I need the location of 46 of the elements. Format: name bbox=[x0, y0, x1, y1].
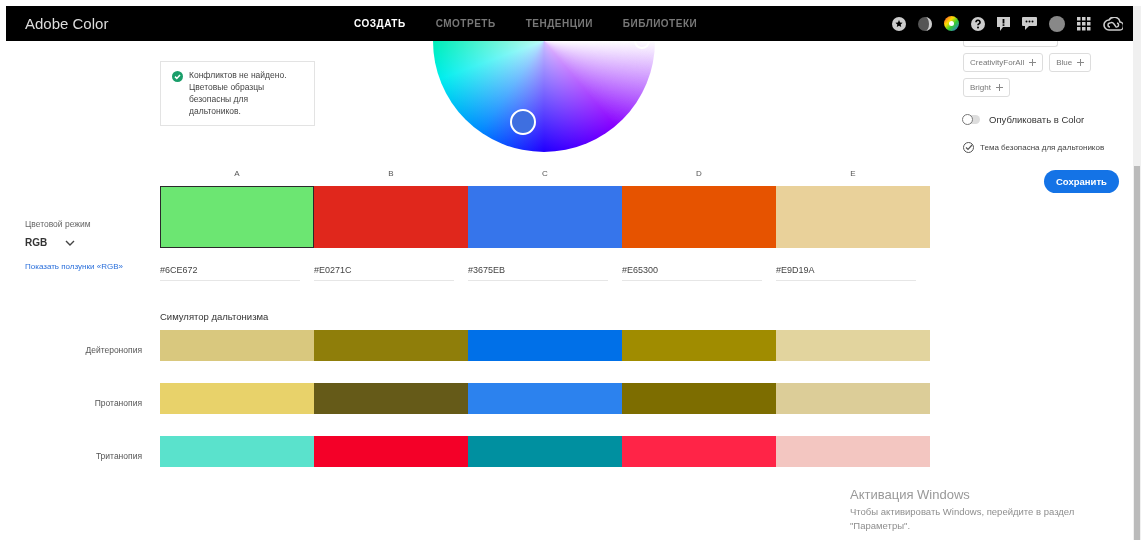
tag[interactable]: CreativityForAll bbox=[963, 53, 1044, 72]
feedback-icon[interactable] bbox=[997, 16, 1010, 31]
nav-tab[interactable]: БИБЛИОТЕКИ bbox=[614, 14, 706, 33]
swatch-letter: E bbox=[849, 168, 857, 178]
help-icon[interactable] bbox=[971, 16, 985, 31]
creative-cloud-icon[interactable] bbox=[1103, 16, 1123, 31]
simulation-label: Протанопия bbox=[94, 398, 142, 408]
chat-icon[interactable] bbox=[1022, 17, 1037, 30]
color-mode-dropdown[interactable]: RGB bbox=[25, 237, 76, 248]
swatch-letter: D bbox=[695, 168, 703, 178]
avatar-icon[interactable] bbox=[1049, 15, 1065, 32]
color-wheel-icon[interactable] bbox=[944, 16, 959, 31]
tag[interactable]: Blue bbox=[1049, 53, 1092, 72]
check-circle-icon bbox=[172, 71, 183, 82]
plus-icon bbox=[995, 84, 1003, 91]
color-swatch[interactable] bbox=[160, 186, 314, 248]
nav-tab[interactable]: СОЗДАТЬ bbox=[346, 14, 414, 33]
scrollbar[interactable] bbox=[1133, 6, 1141, 540]
app-logo[interactable]: Adobe Color bbox=[25, 15, 346, 32]
tag[interactable]: Bright bbox=[963, 78, 1010, 97]
colorblind-safe-label: Тема безопасна для дальтоников bbox=[980, 143, 1105, 152]
color-swatch[interactable] bbox=[776, 186, 930, 248]
swatch-letter: B bbox=[387, 168, 395, 178]
color-swatch[interactable] bbox=[622, 186, 776, 248]
color-swatch[interactable] bbox=[468, 186, 622, 248]
nav-tab[interactable]: ТЕНДЕНЦИИ bbox=[517, 14, 601, 33]
half-moon-icon[interactable] bbox=[918, 16, 932, 31]
save-button[interactable]: Сохранить bbox=[1044, 170, 1119, 193]
simulation-label: Дейтеронопия bbox=[85, 345, 142, 355]
chevron-down-icon bbox=[65, 239, 76, 246]
show-sliders-link[interactable]: Показать ползунки «RGB» bbox=[25, 262, 123, 271]
simulation-label: Тританопия bbox=[95, 451, 142, 461]
swatch-letter: A bbox=[233, 168, 241, 178]
publish-toggle[interactable] bbox=[963, 115, 980, 124]
color-swatch[interactable] bbox=[314, 186, 468, 248]
activation-title: Активация Windows bbox=[850, 487, 971, 502]
simulator-title: Симулятор дальтонизма bbox=[160, 311, 270, 322]
nav-tab[interactable]: СМОТРЕТЬ bbox=[427, 14, 504, 33]
activation-text: Чтобы активировать Windows, перейдите в раздел "Параметры". bbox=[850, 505, 1076, 533]
notice-text: Конфликтов не найдено. Цветовые образцы безопасны для дальтоников. bbox=[189, 69, 288, 117]
color-mode-label: Цветовой режим bbox=[25, 219, 91, 229]
plus-icon bbox=[1077, 59, 1085, 66]
publish-label: Опубликовать в Color bbox=[989, 114, 1085, 125]
plus-icon bbox=[1029, 59, 1037, 66]
swatch-letter: C bbox=[541, 168, 549, 178]
apps-grid-icon[interactable] bbox=[1077, 16, 1091, 31]
